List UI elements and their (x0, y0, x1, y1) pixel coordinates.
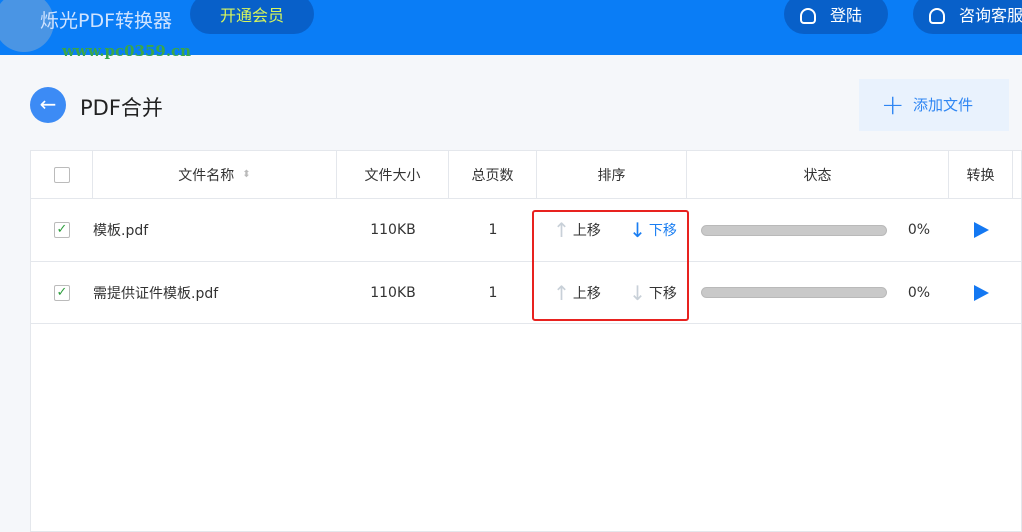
header-size: 文件大小 (337, 151, 449, 198)
row-checkbox[interactable]: ✓ (54, 284, 70, 301)
file-size: 110KB (370, 222, 416, 238)
page-count: 1 (488, 284, 498, 301)
user-icon (800, 8, 816, 24)
login-label: 登陆 (830, 6, 863, 25)
file-size: 110KB (370, 284, 416, 301)
watermark: www.pc0359.cn (62, 42, 192, 60)
vip-button[interactable]: 开通会员 (190, 0, 314, 34)
plus-icon: + (881, 88, 905, 121)
header-status: 状态 (687, 151, 949, 198)
header-pages: 总页数 (449, 151, 537, 198)
login-button[interactable]: 登陆 (784, 0, 888, 34)
play-icon (973, 284, 989, 301)
select-all-checkbox[interactable] (53, 166, 70, 183)
support-button[interactable]: 咨询客服 (913, 0, 1022, 34)
convert-button[interactable] (949, 199, 1013, 261)
page-title: PDF合并 (80, 96, 163, 120)
convert-button[interactable] (949, 262, 1013, 323)
headset-icon (929, 8, 945, 24)
progress-text: 0% (907, 222, 931, 238)
add-file-button[interactable]: + 添加文件 (859, 79, 1009, 131)
sort-icon[interactable]: ⬍ (242, 169, 250, 180)
header-convert: 转换 (949, 151, 1013, 198)
page-count: 1 (488, 222, 498, 238)
file-name: 需提供证件模板.pdf (93, 285, 219, 302)
table-row: ✓ 模板.pdf 110KB 1 ↑ 上移 ↓ 下移 0% (31, 199, 1022, 262)
header-order: 排序 (537, 151, 687, 198)
play-icon (973, 222, 989, 238)
support-label: 咨询客服 (959, 6, 1022, 25)
add-file-label: 添加文件 (913, 96, 974, 114)
back-button[interactable]: ← (30, 87, 66, 123)
file-name: 模板.pdf (93, 223, 149, 239)
progress-text: 0% (907, 284, 931, 301)
file-table: 文件名称 ⬍ 文件大小 总页数 排序 状态 转换 ✓ 模板.pdf 110KB 1… (30, 150, 1022, 532)
header-label: 文件名称 (178, 167, 235, 184)
row-checkbox[interactable]: ✓ (54, 222, 70, 238)
app-title: 烁光PDF转换器 (40, 10, 173, 32)
progress-bar (701, 287, 887, 298)
progress-bar (701, 224, 887, 236)
table-header: 文件名称 ⬍ 文件大小 总页数 排序 状态 转换 (31, 151, 1022, 199)
highlight-box (532, 210, 689, 321)
table-row: ✓ 需提供证件模板.pdf 110KB 1 ↑ 上移 ↓ 下移 0% (31, 262, 1022, 324)
header-name[interactable]: 文件名称 ⬍ (93, 151, 337, 198)
